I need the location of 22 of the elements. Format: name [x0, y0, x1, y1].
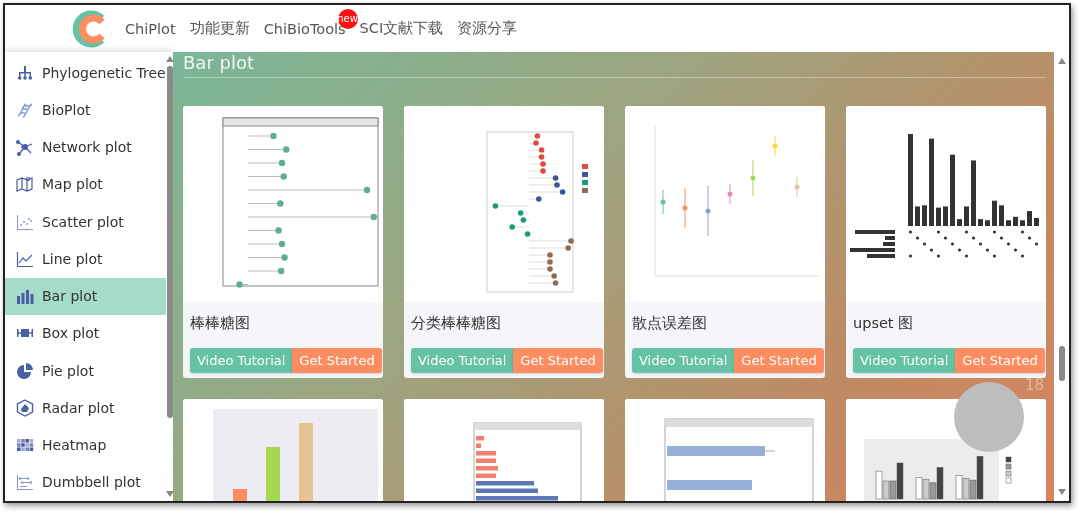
card-title: 分类棒棒糖图 [410, 314, 502, 333]
sidebar-item[interactable]: BioPlot [5, 91, 166, 129]
sidebar-item[interactable]: Pie plot [5, 352, 166, 390]
sidebar-item[interactable]: Box plot [5, 314, 166, 352]
nav-link[interactable]: 功能更新 [189, 19, 250, 38]
floating-count: 18 [1024, 376, 1044, 394]
section-title: Bar plot [183, 52, 1046, 78]
nav-link[interactable]: ChiPlot [125, 20, 176, 37]
sidebar-item[interactable]: Map plot [5, 165, 166, 203]
sidebar-item[interactable]: Heatmap [5, 426, 166, 464]
sidebar-item[interactable]: Scatter plot [5, 203, 166, 241]
sidebar-item[interactable]: Dumbbell plot [5, 463, 166, 501]
sidebar-item[interactable]: Phylogenetic Tree [5, 54, 166, 92]
nav-link[interactable]: 资源分享 [457, 19, 518, 38]
card-title: upset 图 [852, 314, 915, 333]
nav-link[interactable]: SCI文献下载 [359, 19, 444, 38]
card-title: 棒棒糖图 [189, 314, 251, 333]
card-title: 散点误差图 [631, 314, 708, 333]
sidebar-item[interactable]: Line plot [5, 240, 166, 278]
sidebar-item[interactable]: Network plot [5, 128, 166, 166]
sidebar-item[interactable]: Radar plot [5, 389, 166, 427]
sidebar-item[interactable]: Bar plot [5, 277, 166, 315]
